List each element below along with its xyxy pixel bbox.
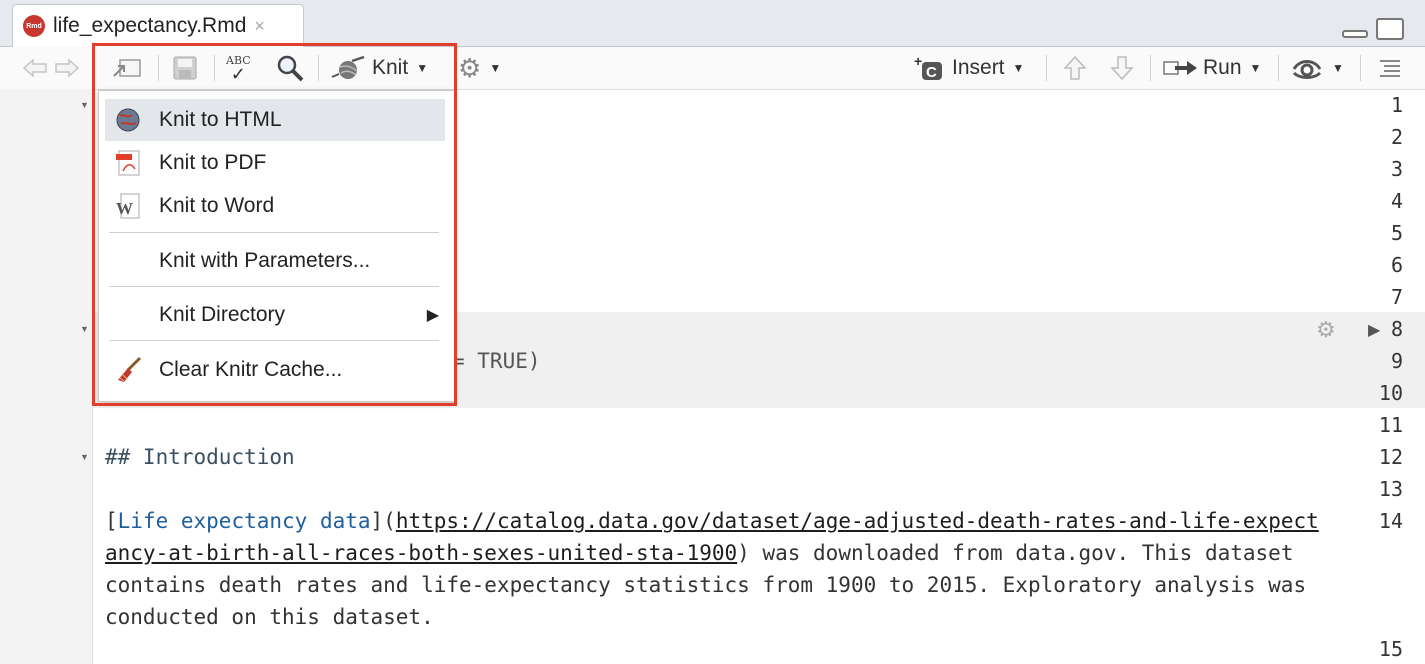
line-number: 14 bbox=[1378, 509, 1403, 533]
link-text: Life expectancy data bbox=[117, 509, 371, 533]
forward-arrow-icon[interactable] bbox=[54, 47, 80, 89]
run-chunk-play-icon[interactable]: ▶ bbox=[1368, 315, 1380, 345]
chevron-down-icon: ▼ bbox=[489, 61, 502, 75]
fold-arrow-icon[interactable]: ▼ bbox=[80, 100, 89, 110]
back-arrow-icon[interactable] bbox=[22, 47, 48, 89]
tab-life-expectancy[interactable]: Rmd life_expectancy.Rmd × bbox=[12, 4, 304, 47]
fold-arrow-icon[interactable]: ▼ bbox=[80, 452, 89, 462]
tab-title: life_expectancy.Rmd bbox=[53, 14, 247, 37]
code-line-14-wrap-2: contains death rates and life-expectancy… bbox=[105, 573, 1307, 597]
line-number: 1 bbox=[1390, 93, 1403, 117]
line-number: 10 bbox=[1378, 381, 1403, 405]
settings-button[interactable]: ⚙ ▼ bbox=[458, 47, 501, 89]
insert-chunk-icon: +C bbox=[914, 54, 942, 81]
maximize-pane-icon[interactable] bbox=[1376, 18, 1404, 40]
chunk-options-gear-icon[interactable]: ⚙ bbox=[1316, 315, 1336, 345]
next-chunk-icon[interactable] bbox=[1110, 47, 1134, 89]
line-number: 12 bbox=[1378, 445, 1403, 469]
link-url[interactable]: https://catalog.data.gov/dataset/age-adj… bbox=[396, 509, 1319, 533]
previous-chunk-icon[interactable] bbox=[1063, 47, 1087, 89]
svg-text:C: C bbox=[926, 64, 937, 81]
link-url-cont[interactable]: ancy-at-birth-all-races-both-sexes-unite… bbox=[105, 541, 737, 565]
chevron-down-icon: ▼ bbox=[1249, 61, 1262, 75]
run-button[interactable]: Run ▼ bbox=[1163, 47, 1261, 89]
line-number: 13 bbox=[1378, 477, 1403, 501]
rmd-file-icon: Rmd bbox=[23, 15, 45, 37]
publish-icon bbox=[1292, 60, 1322, 79]
publish-button[interactable]: ▼ bbox=[1290, 47, 1344, 89]
gear-icon: ⚙ bbox=[458, 52, 482, 83]
fold-arrow-icon[interactable]: ▼ bbox=[80, 324, 89, 334]
chevron-down-icon: ▼ bbox=[1012, 61, 1025, 75]
line-number: 9 bbox=[1390, 349, 1403, 373]
line-number: 2 bbox=[1390, 125, 1403, 149]
tab-close-icon[interactable]: × bbox=[254, 16, 265, 37]
code-line-14: [Life expectancy data](https://catalog.d… bbox=[105, 509, 1319, 533]
svg-text:+: + bbox=[914, 54, 922, 69]
chevron-down-icon: ▼ bbox=[1332, 61, 1344, 75]
line-number: 6 bbox=[1390, 253, 1403, 277]
line-number: 7 bbox=[1390, 285, 1403, 309]
code-line-14-wrap-3: conducted on this dataset. bbox=[105, 605, 434, 629]
line-number: 3 bbox=[1390, 157, 1403, 181]
code-line-9: = TRUE) bbox=[452, 349, 541, 373]
document-outline-icon[interactable] bbox=[1378, 47, 1402, 89]
line-number: 4 bbox=[1390, 189, 1403, 213]
code-line-14-wrap-1: ancy-at-birth-all-races-both-sexes-unite… bbox=[105, 541, 1294, 565]
line-number: 5 bbox=[1390, 221, 1403, 245]
line-number-gutter bbox=[0, 89, 93, 664]
code-line-12: ## Introduction bbox=[105, 445, 295, 469]
minimize-pane-icon[interactable] bbox=[1342, 30, 1368, 38]
insert-button[interactable]: + C Insert ▼ bbox=[912, 47, 1024, 89]
run-arrow-icon bbox=[1163, 61, 1197, 75]
line-number: 15 bbox=[1378, 637, 1403, 661]
highlight-annotation-box bbox=[92, 43, 457, 406]
line-number: 11 bbox=[1378, 413, 1403, 437]
tab-bar: Rmd life_expectancy.Rmd × bbox=[0, 0, 1425, 47]
